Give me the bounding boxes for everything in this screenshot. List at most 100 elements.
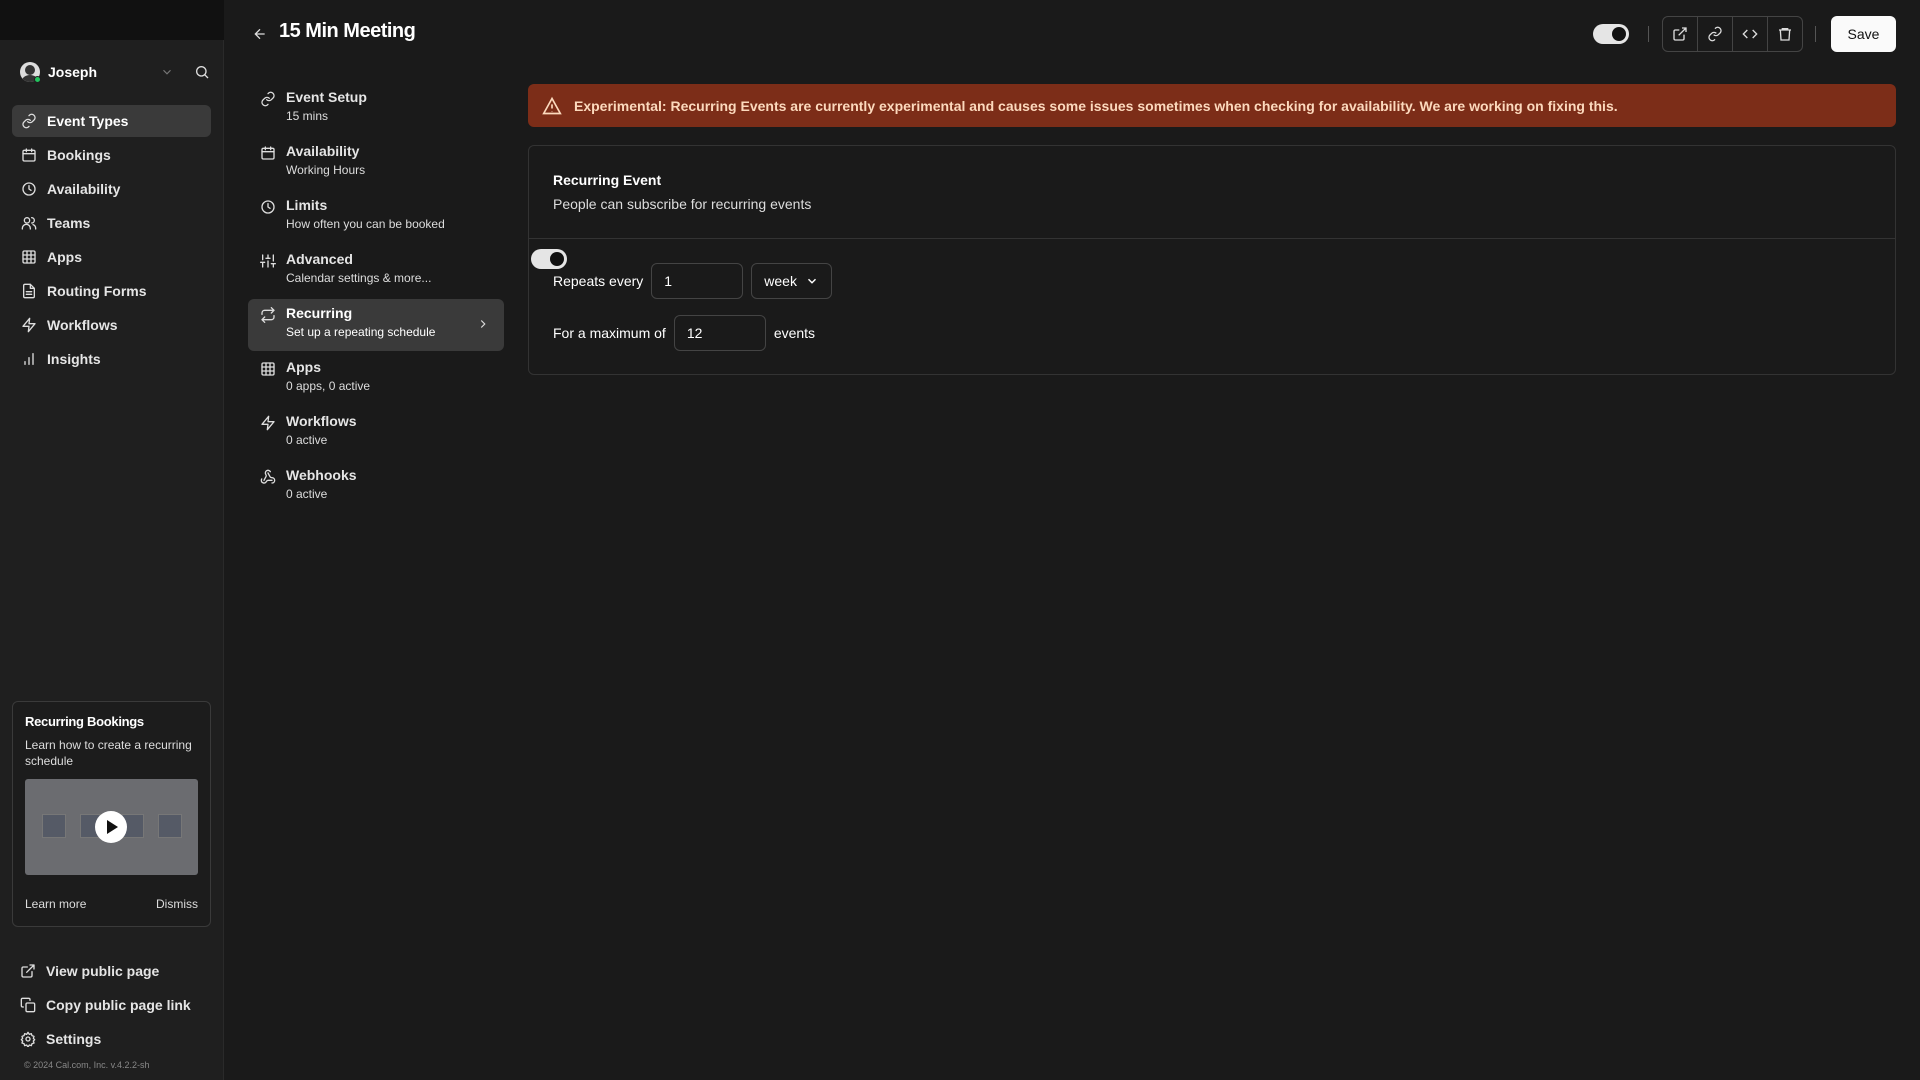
subnav-title: Apps [286, 359, 321, 375]
recurring-event-title: Recurring Event [553, 172, 662, 188]
sidebar-item-label: Event Types [47, 113, 129, 129]
preview-button[interactable] [1663, 17, 1698, 51]
promo-title: Recurring Bookings [25, 714, 144, 729]
external-link-icon [1673, 27, 1687, 41]
subnav-webhooks[interactable]: Webhooks 0 active [248, 461, 504, 513]
sidebar-item-workflows[interactable]: Workflows [12, 309, 211, 341]
save-button[interactable]: Save [1831, 16, 1896, 52]
play-button[interactable] [95, 811, 127, 843]
play-icon [107, 820, 118, 834]
sidebar-item-event-types[interactable]: Event Types [12, 105, 211, 137]
clock-icon [261, 200, 275, 214]
sidebar-item-insights[interactable]: Insights [12, 343, 211, 375]
webhook-icon [260, 469, 276, 484]
subnav-subtitle: 0 apps, 0 active [286, 379, 371, 393]
recurring-event-toggle[interactable] [531, 249, 567, 269]
trash-icon [1779, 28, 1791, 41]
sidebar-item-teams[interactable]: Teams [12, 207, 211, 239]
repeat-unit-select[interactable]: week [751, 263, 833, 299]
chevron-down-icon [808, 278, 817, 284]
view-public-page-link[interactable]: View public page [20, 959, 159, 983]
search-icon[interactable] [194, 64, 210, 80]
subnav-title: Event Setup [286, 89, 367, 105]
gear-icon [20, 1031, 36, 1047]
subnav-subtitle: Working Hours [286, 163, 366, 177]
divider [1815, 26, 1816, 42]
events-label: events [773, 325, 816, 341]
sidebar-item-label: Bookings [47, 147, 111, 163]
subnav-event-setup[interactable]: Event Setup 15 mins [248, 83, 504, 135]
sidebar-item-bookings[interactable]: Bookings [12, 139, 211, 171]
sidebar-item-label: Workflows [47, 317, 118, 333]
dismiss-link[interactable]: Dismiss [156, 897, 198, 911]
divider [1648, 26, 1649, 42]
grid-icon [261, 362, 275, 376]
chevron-right-icon [480, 320, 486, 328]
warning-icon [542, 96, 562, 114]
back-arrow-icon[interactable] [252, 26, 268, 42]
sidebar-item-label: Insights [47, 351, 101, 367]
repeats-every-input[interactable] [651, 263, 744, 299]
user-name: Joseph [48, 64, 98, 80]
subnav-availability[interactable]: Availability Working Hours [248, 137, 504, 189]
action-button-group [1662, 16, 1803, 52]
calendar-icon [22, 148, 36, 162]
delete-button[interactable] [1768, 17, 1802, 51]
promo-video[interactable] [25, 779, 198, 875]
link-icon [22, 113, 36, 129]
sidebar-item-availability[interactable]: Availability [12, 173, 211, 205]
subnav-subtitle: 0 active [286, 433, 328, 447]
embed-button[interactable] [1733, 17, 1768, 51]
subnav-title: Availability [286, 143, 360, 159]
sidebar-item-routing-forms[interactable]: Routing Forms [12, 275, 211, 307]
sliders-icon [260, 254, 276, 268]
file-icon [23, 283, 35, 299]
learn-more-link[interactable]: Learn more [25, 897, 86, 911]
subnav-title: Limits [286, 197, 328, 213]
subnav-recurring[interactable]: Recurring Set up a repeating schedule [248, 299, 504, 351]
bar-chart-icon [24, 353, 34, 365]
sidebar-item-apps[interactable]: Apps [12, 241, 211, 273]
subnav-workflows[interactable]: Workflows 0 active [248, 407, 504, 459]
subnav-title: Workflows [286, 413, 357, 429]
max-occurrences-label: For a maximum of [553, 325, 666, 341]
sidebar-item-label: Apps [47, 249, 82, 265]
users-icon [21, 217, 37, 230]
subnav-subtitle: 15 mins [286, 109, 329, 123]
link-icon [261, 91, 275, 107]
recurring-event-panel: Recurring Event People can subscribe for… [528, 145, 1896, 375]
max-occurrences-input[interactable] [673, 315, 766, 351]
copyright: © 2024 Cal.com, Inc. v.4.2.2-sh [24, 1060, 150, 1070]
subnav-apps[interactable]: Apps 0 apps, 0 active [248, 353, 504, 405]
page-title: 15 Min Meeting [279, 20, 416, 42]
subnav-title: Recurring [286, 305, 353, 321]
subnav-subtitle: Set up a repeating schedule [286, 325, 436, 339]
external-link-icon [21, 964, 35, 978]
subnav-subtitle: 0 active [286, 487, 328, 501]
link-icon [1708, 26, 1722, 42]
copy-public-page-link-link[interactable]: Copy public page link [20, 993, 191, 1017]
clock-icon [22, 182, 36, 196]
subnav-limits[interactable]: Limits How often you can be booked [248, 191, 504, 243]
experimental-warning-banner: Experimental: Recurring Events are curre… [528, 84, 1896, 127]
subnav-advanced[interactable]: Advanced Calendar settings & more... [248, 245, 504, 297]
grid-icon [22, 250, 36, 264]
hidden-toggle[interactable] [1593, 24, 1629, 44]
calendar-icon [261, 146, 275, 160]
subnav-title: Advanced [286, 251, 353, 267]
subnav-title: Webhooks [286, 467, 357, 483]
repeat-unit-value: week [764, 273, 797, 289]
sidebar-top-strip [0, 0, 224, 40]
zap-icon [22, 317, 36, 333]
zap-icon [261, 415, 275, 431]
user-menu[interactable]: Joseph [20, 60, 210, 84]
settings-link[interactable]: Settings [20, 1027, 101, 1051]
sidebar-item-label: Teams [47, 215, 91, 231]
copy-link-button[interactable] [1698, 17, 1733, 51]
promo-description: Learn how to create a recurring schedule [25, 738, 192, 768]
link-label: Copy public page link [46, 997, 191, 1013]
banner-text: Experimental: Recurring Events are curre… [574, 97, 1618, 114]
copy-icon [20, 997, 36, 1013]
chevron-down-icon [163, 69, 171, 75]
online-status-dot [34, 76, 41, 83]
